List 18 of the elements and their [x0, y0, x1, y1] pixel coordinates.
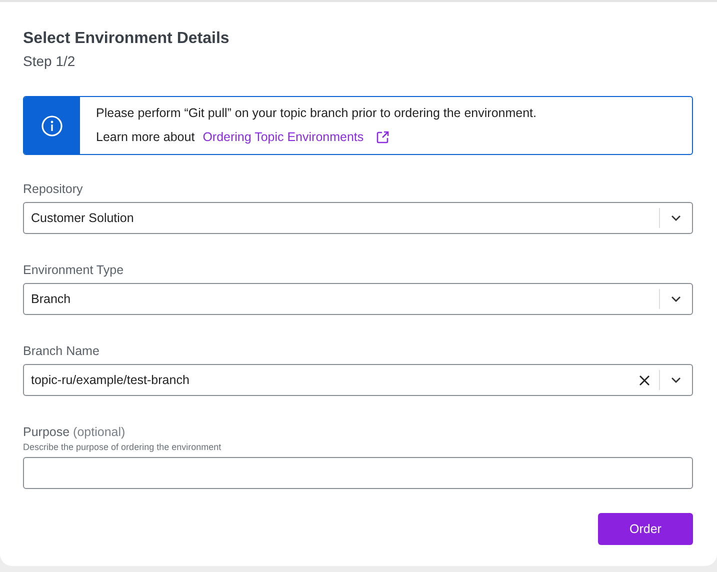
field-label: Purpose — [23, 425, 70, 439]
field-label: Environment Type — [23, 262, 125, 278]
select-field[interactable]: topic-ru/example/test-branch — [23, 364, 693, 396]
step-indicator: Step 1/2 — [23, 52, 76, 70]
banner-message: Please perform “Git pull” on your topic branch prior to ordering the environment. — [96, 105, 536, 122]
documentation-link[interactable]: Ordering Topic Environments — [202, 129, 364, 146]
field-label: Branch Name — [23, 343, 100, 359]
purpose-input[interactable] — [23, 457, 693, 489]
select-field[interactable]: Branch — [23, 283, 693, 315]
field-hint: Describe the purpose of ordering the environment — [23, 441, 222, 453]
external-link-icon — [376, 131, 389, 144]
optional-note: (optional) — [73, 425, 126, 439]
learn-more-text: Learn more about — [96, 129, 195, 146]
order-button[interactable]: Order — [598, 513, 693, 545]
dialog-title: Select Environment Details — [23, 29, 230, 49]
select-field[interactable]: Customer Solution — [23, 202, 693, 234]
field-label: Repository — [23, 181, 84, 197]
info-icon — [41, 114, 63, 136]
